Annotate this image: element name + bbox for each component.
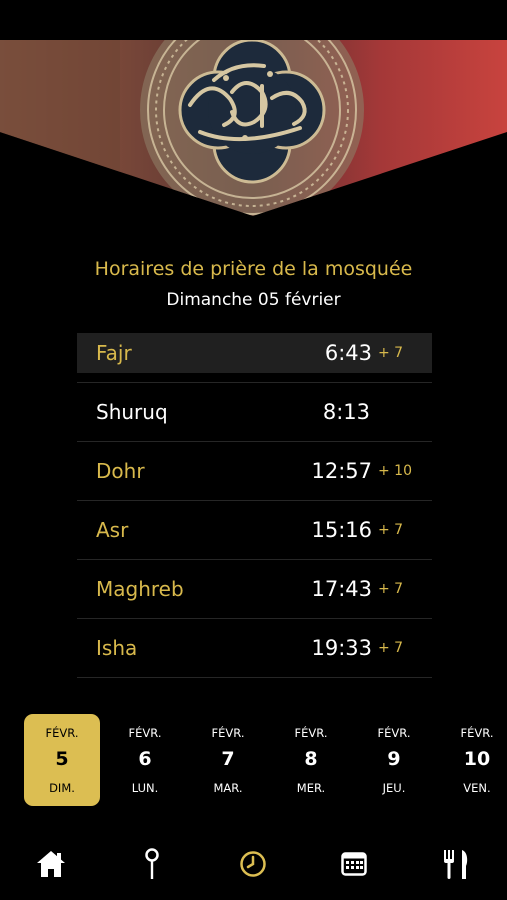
day-weekday: DIM. bbox=[49, 781, 75, 795]
tab-location[interactable] bbox=[122, 832, 182, 896]
day-card-selected[interactable]: FÉVR. 5 DIM. bbox=[24, 714, 100, 806]
day-month: FÉVR. bbox=[294, 726, 328, 740]
day-number: 6 bbox=[138, 748, 152, 770]
prayer-offset: + 7 bbox=[378, 522, 404, 538]
prayer-row-isha[interactable]: Isha 19:33 + 7 bbox=[77, 619, 432, 678]
prayer-row-asr[interactable]: Asr 15:16 + 7 bbox=[77, 501, 432, 560]
day-month: FÉVR. bbox=[45, 726, 79, 740]
day-card[interactable]: FÉVR. 8 MER. bbox=[273, 714, 349, 806]
prayer-time: 12:57 bbox=[311, 459, 372, 483]
day-card[interactable]: FÉVR. 10 VEN. bbox=[439, 714, 507, 806]
prayer-row-dohr[interactable]: Dohr 12:57 + 10 bbox=[77, 442, 432, 501]
day-card[interactable]: FÉVR. 7 MAR. bbox=[190, 714, 266, 806]
tab-restaurants[interactable] bbox=[426, 832, 486, 896]
day-weekday: VEN. bbox=[463, 781, 491, 795]
prayer-name: Shuruq bbox=[96, 400, 168, 424]
prayer-time: 15:16 bbox=[311, 518, 372, 542]
prayer-name: Isha bbox=[96, 636, 138, 660]
prayer-time: 6:43 bbox=[324, 341, 372, 365]
prayer-row-shuruq[interactable]: Shuruq 8:13 bbox=[77, 382, 432, 442]
header-image bbox=[0, 40, 507, 216]
prayer-time: 8:13 bbox=[322, 400, 370, 424]
tab-calendar[interactable] bbox=[324, 832, 384, 896]
day-selector[interactable]: FÉVR. 5 DIM. FÉVR. 6 LUN. FÉVR. 7 MAR. F… bbox=[0, 714, 507, 806]
current-date: Dimanche 05 février bbox=[166, 290, 341, 310]
home-icon bbox=[37, 851, 65, 877]
day-month: FÉVR. bbox=[460, 726, 494, 740]
day-weekday: MAR. bbox=[213, 781, 243, 795]
status-bar bbox=[0, 0, 507, 40]
day-weekday: JEU. bbox=[382, 781, 406, 795]
day-weekday: LUN. bbox=[131, 781, 159, 795]
prayer-name: Fajr bbox=[96, 341, 132, 365]
tab-bar bbox=[0, 832, 507, 900]
map-pin-icon bbox=[145, 848, 159, 879]
day-card[interactable]: FÉVR. 9 JEU. bbox=[356, 714, 432, 806]
day-number: 9 bbox=[387, 748, 401, 770]
day-number: 7 bbox=[221, 748, 235, 770]
page-title: Horaires de prière de la mosquée bbox=[94, 258, 413, 280]
day-weekday: MER. bbox=[296, 781, 326, 795]
clock-icon bbox=[240, 851, 266, 877]
prayer-name: Maghreb bbox=[96, 577, 184, 601]
tab-prayer-times[interactable] bbox=[223, 832, 283, 896]
day-number: 10 bbox=[463, 748, 491, 770]
day-month: FÉVR. bbox=[377, 726, 411, 740]
day-number: 8 bbox=[304, 748, 318, 770]
day-month: FÉVR. bbox=[211, 726, 245, 740]
prayer-offset: + 7 bbox=[378, 581, 404, 597]
prayer-time: 19:33 bbox=[311, 636, 372, 660]
day-month: FÉVR. bbox=[128, 726, 162, 740]
prayer-times-list: Fajr 6:43 + 7 Shuruq 8:13 Dohr 12:57 + 1… bbox=[77, 333, 432, 678]
prayer-row-maghreb[interactable]: Maghreb 17:43 + 7 bbox=[77, 560, 432, 619]
prayer-offset: + 7 bbox=[378, 640, 404, 656]
prayer-offset: + 7 bbox=[378, 345, 404, 361]
day-number: 5 bbox=[55, 748, 69, 770]
prayer-time: 17:43 bbox=[311, 577, 372, 601]
prayer-name: Dohr bbox=[96, 459, 145, 483]
prayer-name: Asr bbox=[96, 518, 129, 542]
calendar-icon bbox=[341, 852, 367, 876]
restaurant-icon bbox=[444, 850, 468, 879]
tab-home[interactable] bbox=[21, 832, 81, 896]
day-card[interactable]: FÉVR. 6 LUN. bbox=[107, 714, 183, 806]
prayer-offset: + 10 bbox=[378, 463, 412, 479]
prayer-row-fajr[interactable]: Fajr 6:43 + 7 bbox=[77, 333, 432, 373]
